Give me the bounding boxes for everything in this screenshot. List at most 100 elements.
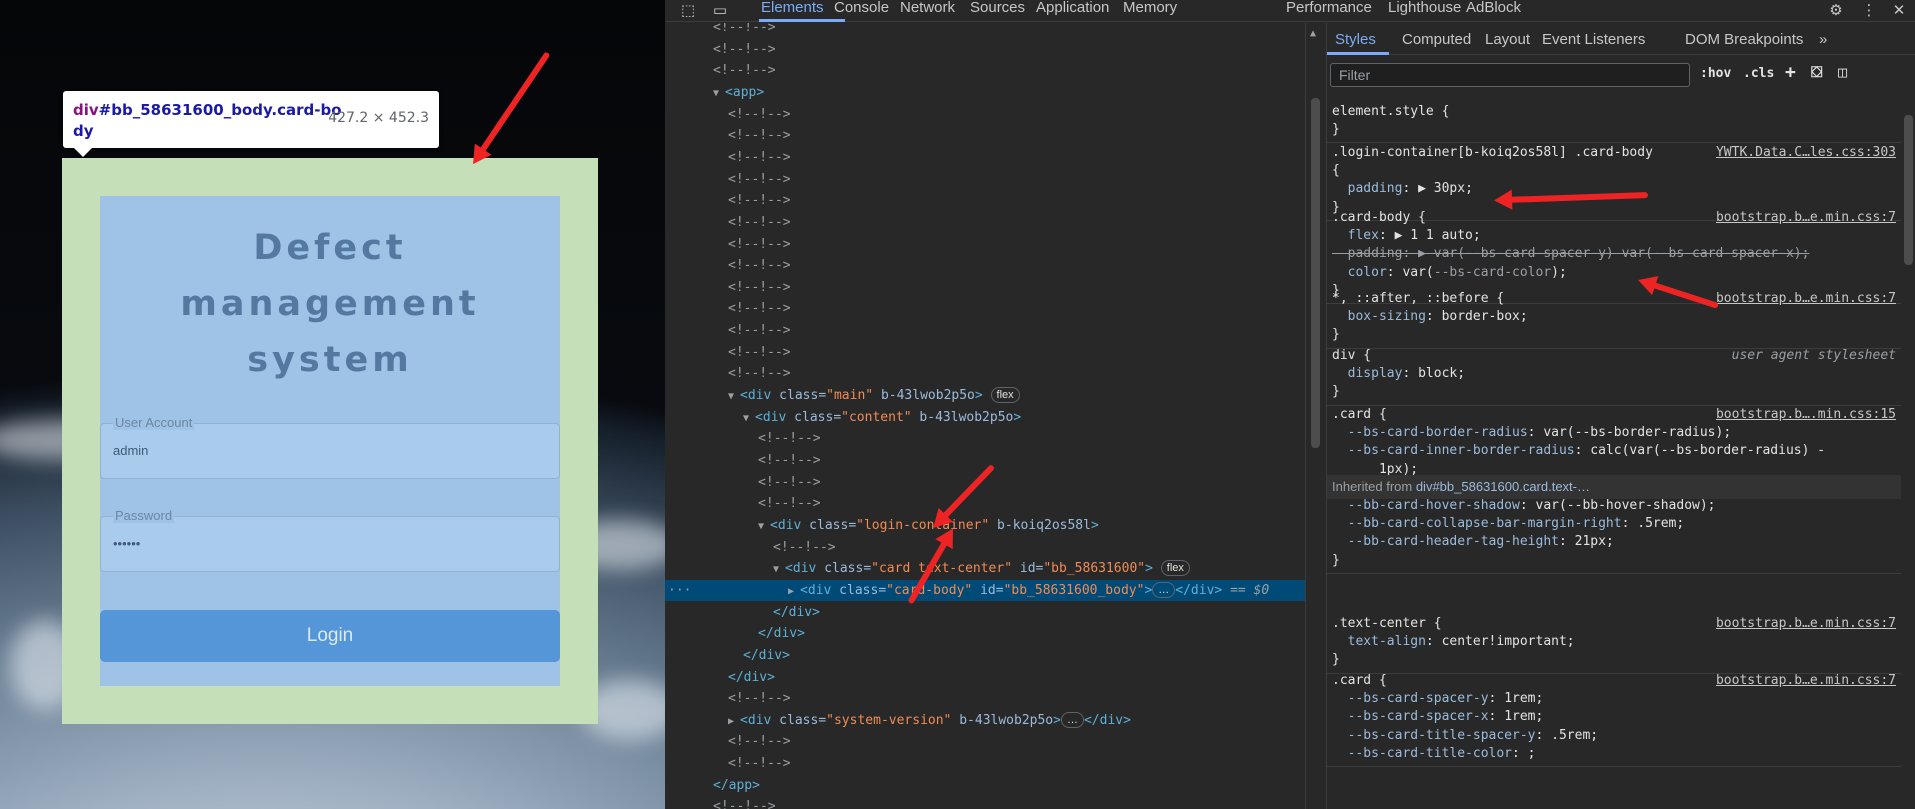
password-value[interactable]: •••••• <box>113 536 140 551</box>
collapsed-ellipsis[interactable]: … <box>1060 711 1084 728</box>
password-field[interactable]: Password •••••• <box>100 508 560 572</box>
devtools-tab-memory[interactable]: Memory <box>1123 0 1177 22</box>
dom-comment-row[interactable]: <!--!--> <box>665 125 1305 146</box>
selected-node-dots[interactable]: ··· <box>668 580 691 601</box>
stylesheet-link[interactable]: bootstrap.b…e.min.css:7 <box>1716 615 1896 633</box>
dom-node-row[interactable]: ▼ <div class="main" b-43lwob2p5o> flex <box>665 385 1305 406</box>
expand-caret-icon[interactable]: ▼ <box>758 521 770 532</box>
dom-comment-row[interactable]: <!--!--> <box>665 39 1305 60</box>
dom-comment-row[interactable]: <!--!--> <box>665 753 1305 774</box>
style-rule: element.style {} <box>1327 99 1901 144</box>
close-icon[interactable]: ✕ <box>1890 1 1908 19</box>
scrollbar-thumb[interactable] <box>1904 115 1913 265</box>
dom-node-row[interactable]: </div> <box>665 623 1305 644</box>
more-options-icon[interactable]: ⋮ <box>1860 1 1878 19</box>
dom-comment-row[interactable]: <!--!--> <box>665 255 1305 276</box>
device-toolbar-icon[interactable]: ▭ <box>711 1 729 19</box>
devtools-tab-sources[interactable]: Sources <box>970 0 1025 22</box>
scrollbar-thumb[interactable] <box>1311 98 1320 448</box>
elements-tree[interactable]: <!--!--> <!--!--> <!--!--> ▼ <app> <!--!--> <… <box>665 23 1305 809</box>
sidebar-toggle-icon[interactable]: ◫ <box>1838 63 1847 81</box>
expand-caret-icon[interactable]: ▼ <box>713 88 725 99</box>
style-line: --bs-card-title-color: ; <box>1332 745 1536 763</box>
devtools-tab-adblock[interactable]: AdBlock <box>1466 0 1521 22</box>
dom-comment-row[interactable]: <!--!--> <box>665 688 1305 709</box>
tag-close-bracket: > <box>1090 517 1099 533</box>
new-rule-button[interactable]: + <box>1785 62 1796 83</box>
dom-comment-row[interactable]: <!--!--> <box>665 104 1305 125</box>
dom-comment-row[interactable]: <!--!--> <box>665 190 1305 211</box>
css-property: box-sizing <box>1332 309 1426 325</box>
user-account-field[interactable]: User Account admin <box>100 415 560 479</box>
styles-tab-styles[interactable]: Styles <box>1335 31 1376 48</box>
devtools-tab-network[interactable]: Network <box>900 0 955 22</box>
style-rule: .text-center { text-align: center!import… <box>1327 611 1901 674</box>
inherited-selector[interactable]: div#bb_58631600.card.text-… <box>1416 479 1590 494</box>
dom-node-row[interactable]: </div> <box>665 602 1305 623</box>
stylesheet-link[interactable]: bootstrap.b…e.min.css:7 <box>1716 672 1896 690</box>
expand-caret-icon[interactable]: ▼ <box>773 564 785 575</box>
dom-comment-row[interactable]: <!--!--> <box>665 23 1305 38</box>
attr-value: "card text-center" <box>871 561 1013 577</box>
collapse-caret-icon[interactable]: ▶ <box>728 716 740 727</box>
dom-comment-row[interactable]: <!--!--> <box>665 212 1305 233</box>
dom-node-row[interactable]: ▶ <div class="system-version" b-43lwob2p… <box>665 710 1305 731</box>
stylesheet-link[interactable]: YWTK.Data.C…les.css:303 <box>1716 144 1896 162</box>
dom-comment-row[interactable]: <!--!--> <box>665 428 1305 449</box>
dom-comment-row[interactable]: <!--!--> <box>665 298 1305 319</box>
dom-node-row[interactable]: ▼ <div class="card text-center" id="bb_5… <box>665 558 1305 579</box>
dom-comment-row[interactable]: <!--!--> <box>665 147 1305 168</box>
styles-tab-event-listeners[interactable]: Event Listeners <box>1542 31 1645 48</box>
dom-comment-row[interactable]: <!--!--> <box>665 169 1305 190</box>
dom-comment-row[interactable]: <!--!--> <box>665 493 1305 514</box>
selected-dom-node[interactable]: ··· ▶ <div class="card-body" id="bb_5863… <box>665 579 1305 601</box>
dom-comment-row[interactable]: <!--!--> <box>665 731 1305 752</box>
styles-tab-dom-breakpoints[interactable]: DOM Breakpoints <box>1685 31 1803 48</box>
inspect-element-icon[interactable]: ⬚ <box>679 1 697 19</box>
dom-comment-row[interactable]: <!--!--> <box>665 342 1305 363</box>
html-comment: <!--!--> <box>728 734 791 750</box>
dom-node-row[interactable]: ▼ <app> <box>665 82 1305 103</box>
elements-scrollbar[interactable]: ▲ <box>1305 23 1325 809</box>
stylesheet-link[interactable]: bootstrap.b…e.min.css:7 <box>1716 209 1896 227</box>
styles-filter-input[interactable]: Filter <box>1330 63 1690 87</box>
dom-comment-row[interactable]: <!--!--> <box>665 277 1305 298</box>
devtools-tab-lighthouse[interactable]: Lighthouse <box>1388 0 1461 22</box>
login-button[interactable]: Login <box>100 610 560 662</box>
dom-node-row[interactable]: </div> <box>665 667 1305 688</box>
dom-comment-row[interactable]: <!--!--> <box>665 537 1305 558</box>
dom-comment-row[interactable]: <!--!--> <box>665 363 1305 384</box>
styles-tab-more[interactable]: » <box>1819 31 1827 48</box>
dom-comment-row[interactable]: <!--!--> <box>665 450 1305 471</box>
dom-comment-row[interactable]: <!--!--> <box>665 234 1305 255</box>
styles-tab-computed[interactable]: Computed <box>1402 31 1471 48</box>
scroll-up-icon[interactable]: ▲ <box>1310 28 1316 39</box>
stylesheet-link[interactable]: bootstrap.b….min.css:15 <box>1716 406 1896 424</box>
hover-state-toggle[interactable]: :hov <box>1700 66 1731 81</box>
collapse-caret-icon[interactable]: ▶ <box>788 586 800 597</box>
styles-scrollbar[interactable] <box>1901 95 1915 809</box>
devtools-tab-performance[interactable]: Performance <box>1286 0 1372 22</box>
paint-bucket-icon[interactable]: ⛋ <box>1811 63 1822 81</box>
collapsed-ellipsis[interactable]: … <box>1152 581 1176 598</box>
expand-caret-icon[interactable]: ▼ <box>743 413 755 424</box>
dom-comment-row[interactable]: <!--!--> <box>665 320 1305 341</box>
dom-comment-row[interactable]: <!--!--> <box>665 60 1305 81</box>
flex-badge[interactable]: flex <box>990 387 1020 404</box>
styles-tab-layout[interactable]: Layout <box>1485 31 1530 48</box>
css-property: --bs-card-title-spacer-y <box>1332 727 1536 743</box>
settings-gear-icon[interactable]: ⚙ <box>1827 1 1845 19</box>
user-account-value[interactable]: admin <box>113 443 148 458</box>
dom-node-row[interactable]: ▼ <div class="content" b-43lwob2p5o> <box>665 407 1305 428</box>
dom-node-row[interactable]: </div> <box>665 645 1305 666</box>
dom-node-row[interactable]: </app> <box>665 775 1305 796</box>
class-toggle[interactable]: .cls <box>1743 66 1774 81</box>
dom-comment-row[interactable]: <!--!--> <box>665 796 1305 809</box>
style-line: --bs-card-spacer-y: 1rem; <box>1332 690 1544 708</box>
devtools-tab-application[interactable]: Application <box>1036 0 1109 22</box>
flex-badge[interactable]: flex <box>1160 560 1190 577</box>
stylesheet-link[interactable]: bootstrap.b…e.min.css:7 <box>1716 290 1896 308</box>
dom-node-row[interactable]: ▼ <div class="login-container" b-koiq2os… <box>665 515 1305 536</box>
tag-open: <div <box>740 388 772 404</box>
expand-caret-icon[interactable]: ▼ <box>728 391 740 402</box>
